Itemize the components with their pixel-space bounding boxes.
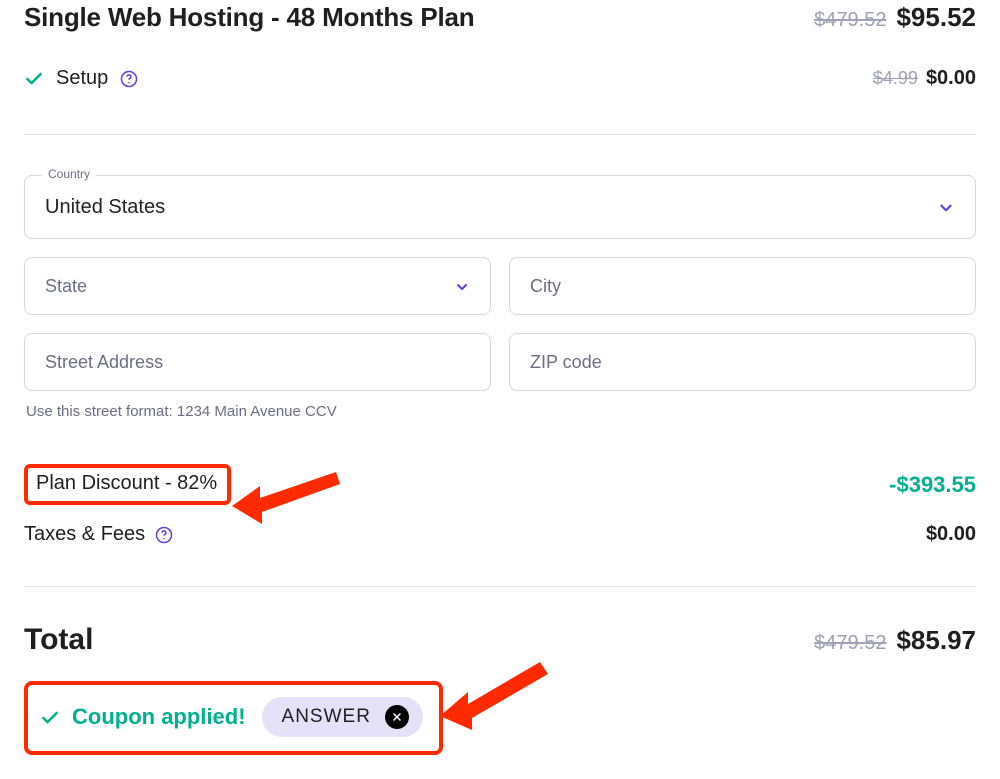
street-input[interactable]: Street Address (24, 333, 491, 391)
help-icon[interactable] (120, 67, 138, 90)
total-original-price: $479.52 (814, 632, 886, 654)
check-icon (40, 704, 60, 730)
remove-coupon-button[interactable] (385, 705, 409, 729)
plan-discount-text: Plan Discount - 82% (36, 472, 217, 495)
plan-price: $479.52 $95.52 (814, 2, 976, 33)
zip-input[interactable]: ZIP code (509, 333, 976, 391)
check-icon (24, 67, 44, 90)
plan-original-price: $479.52 (814, 9, 886, 31)
taxes-amount: $0.00 (926, 523, 976, 546)
country-select[interactable]: United States (24, 175, 976, 239)
country-value: United States (45, 196, 165, 219)
total-label: Total (24, 623, 93, 657)
state-placeholder: State (45, 276, 87, 297)
divider (24, 134, 976, 135)
coupon-applied-text: Coupon applied! (72, 704, 246, 730)
coupon-code: ANSWER (282, 706, 371, 728)
zip-placeholder: ZIP code (530, 352, 602, 373)
city-input[interactable]: City (509, 257, 976, 315)
plan-discount-amount: -$393.55 (889, 472, 976, 498)
divider (24, 586, 976, 587)
annotation-arrow-icon (440, 658, 550, 730)
setup-label: Setup (56, 67, 108, 90)
state-select[interactable]: State (24, 257, 491, 315)
help-icon[interactable] (155, 523, 173, 546)
chevron-down-icon (454, 276, 470, 297)
plan-price-current: $95.52 (896, 2, 976, 32)
city-placeholder: City (530, 276, 561, 297)
total-price-current: $85.97 (896, 625, 976, 655)
street-placeholder: Street Address (45, 352, 163, 373)
taxes-label: Taxes & Fees (24, 523, 145, 546)
chevron-down-icon (937, 197, 955, 218)
plan-title: Single Web Hosting - 48 Months Plan (24, 2, 474, 33)
setup-price-current: $0.00 (926, 67, 976, 89)
coupon-chip: ANSWER (262, 697, 423, 737)
setup-price: $4.99 $0.00 (873, 67, 976, 90)
total-price: $479.52 $85.97 (814, 625, 976, 656)
coupon-applied-box: Coupon applied! ANSWER (24, 681, 443, 755)
setup-original-price: $4.99 (873, 68, 918, 88)
plan-discount-label: Plan Discount - 82% (24, 464, 231, 505)
country-label: Country (42, 167, 96, 181)
street-hint: Use this street format: 1234 Main Avenue… (26, 403, 976, 420)
